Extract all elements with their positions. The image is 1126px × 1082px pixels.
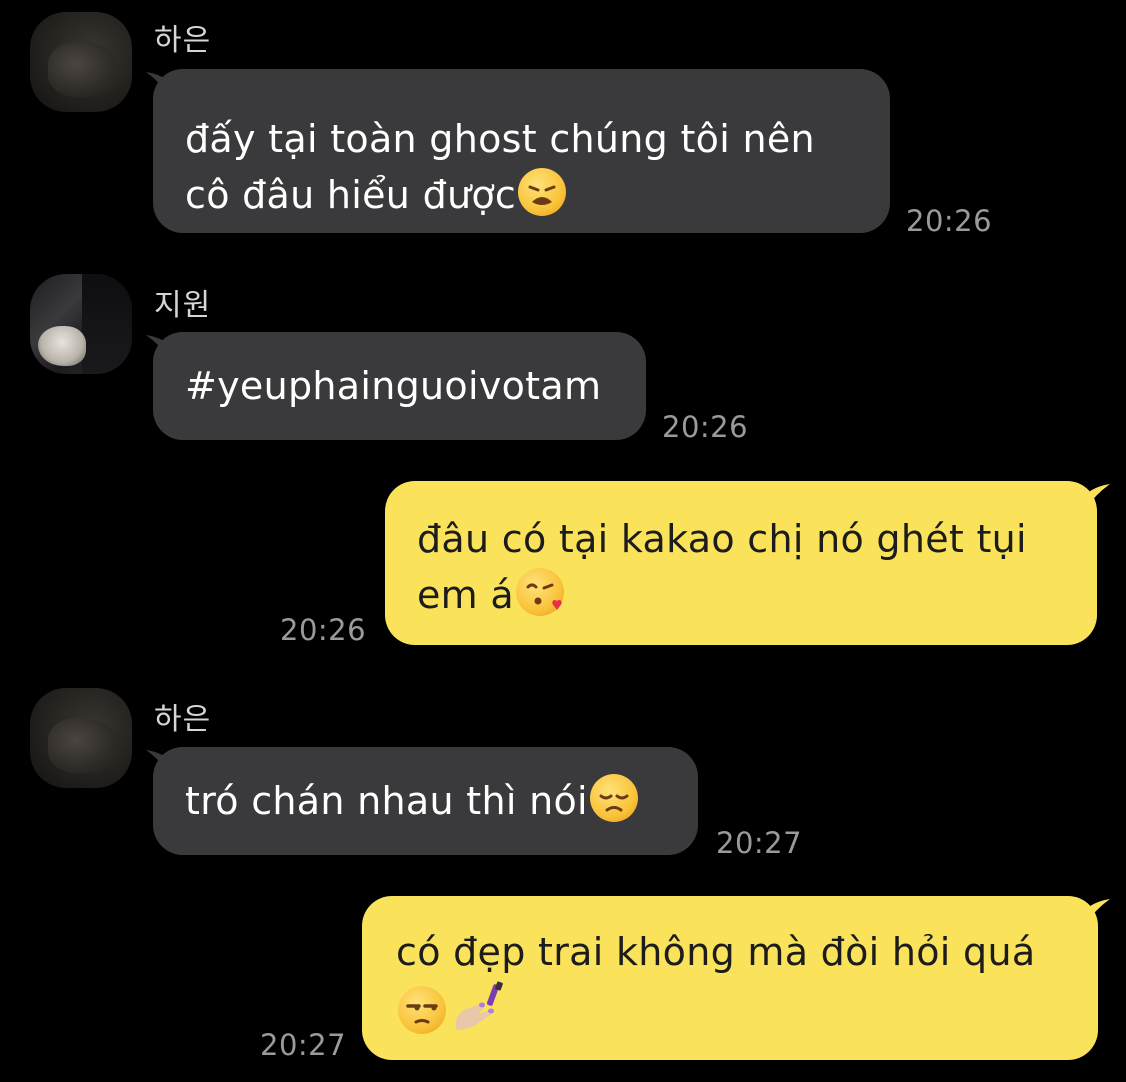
message-text-line: có đẹp trai không mà đòi hỏi quá	[396, 930, 1036, 974]
pensive-face-icon	[589, 774, 638, 822]
message-timestamp: 20:27	[260, 1028, 347, 1062]
avatar-image	[48, 718, 118, 773]
message-bubble[interactable]: tró chán nhau thì nói	[153, 747, 698, 855]
message-text: #yeuphainguoivotam	[185, 364, 602, 408]
bubble-tail	[1086, 899, 1110, 923]
nail-polish-icon	[450, 980, 506, 1036]
sender-name: 하은	[154, 702, 212, 737]
sender-name: 하은	[154, 23, 212, 58]
face-blowing-kiss-icon	[515, 568, 564, 616]
message-timestamp: 20:26	[280, 613, 367, 647]
message-emoji-line	[396, 980, 1074, 1041]
message-text-line: cô đâu hiểu được	[185, 167, 860, 223]
sender-name: 지원	[154, 288, 212, 323]
message-text-line: đấy tại toàn ghost chúng tôi nên	[185, 117, 815, 161]
message-timestamp: 20:26	[662, 410, 749, 444]
weary-face-icon	[518, 168, 567, 216]
message-bubble[interactable]: #yeuphainguoivotam	[153, 332, 646, 440]
avatar-image	[48, 42, 118, 97]
avatar-haeun[interactable]	[30, 12, 132, 112]
avatar-haeun[interactable]	[30, 688, 132, 788]
avatar-image	[82, 274, 132, 374]
message-text-line: đâu có tại kakao chị nó ghét tụi	[417, 517, 1027, 561]
bubble-tail	[1086, 484, 1110, 508]
chat-log[interactable]: 하은 đấy tại toàn ghost chúng tôi nên cô đ…	[0, 0, 1126, 1082]
avatar-jiwon[interactable]	[30, 274, 132, 374]
message-timestamp: 20:27	[716, 826, 803, 860]
message-bubble[interactable]: đâu có tại kakao chị nó ghét tụi em á	[385, 481, 1097, 645]
message-text-line: em á	[417, 567, 1073, 623]
message-bubble[interactable]: có đẹp trai không mà đòi hỏi quá	[362, 896, 1098, 1060]
message-text: tró chán nhau thì nói	[185, 773, 668, 829]
message-timestamp: 20:26	[906, 204, 993, 238]
avatar-image-detail	[38, 326, 86, 366]
message-bubble[interactable]: đấy tại toàn ghost chúng tôi nên cô đâu …	[153, 69, 890, 233]
unamused-face-icon	[398, 986, 446, 1034]
